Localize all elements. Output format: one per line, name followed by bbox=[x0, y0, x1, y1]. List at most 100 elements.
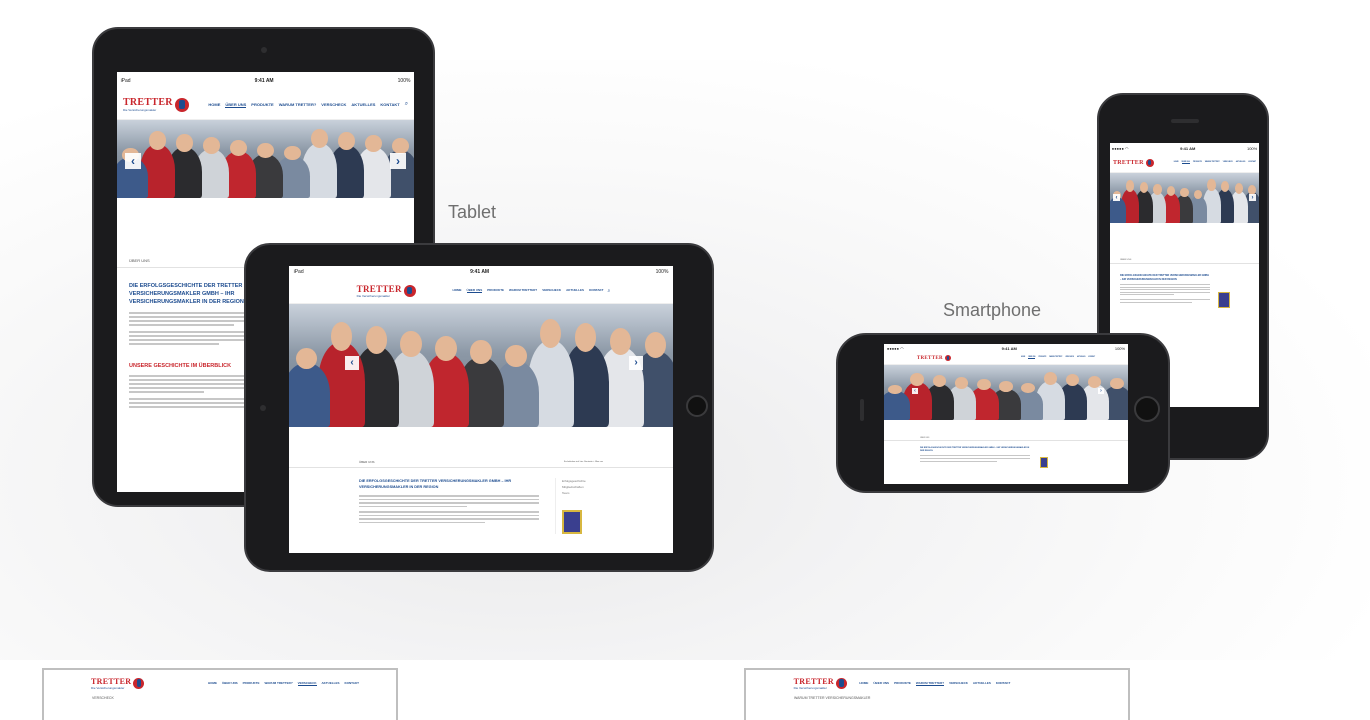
slider-next-button[interactable]: › bbox=[390, 152, 406, 169]
slider-prev-button[interactable]: ‹ bbox=[345, 355, 359, 370]
nav-item-produkte[interactable]: PRODUKTE bbox=[1193, 162, 1202, 164]
nav-item-verscheck[interactable]: VERSCHECK bbox=[542, 288, 561, 293]
team-member-face bbox=[257, 142, 274, 158]
nav-item-kontakt[interactable]: KONTAKT bbox=[1248, 162, 1256, 164]
site-header: TRETTER Die Versicherungsmakler HOME ÜBER… bbox=[289, 278, 673, 304]
nav-item-warum-tretter[interactable]: WARUM TRETTER? bbox=[1205, 162, 1220, 164]
logo-wordmark: TRETTER bbox=[1112, 159, 1144, 166]
team-member-face bbox=[505, 344, 527, 368]
slider-prev-button[interactable]: ‹ bbox=[1113, 194, 1120, 201]
nav-item-home[interactable]: HOME bbox=[1021, 357, 1025, 359]
team-member-face bbox=[176, 134, 193, 152]
phone-home-button[interactable] bbox=[1134, 396, 1160, 422]
search-icon[interactable]: ⌕ bbox=[608, 288, 611, 294]
nav-item-home[interactable]: HOME bbox=[859, 681, 868, 686]
story-heading: DIE ERFOLGSGESCHICHTE DER TRETTER VERSIC… bbox=[359, 479, 512, 489]
logo-emblem-icon bbox=[1145, 158, 1154, 167]
status-bar: ●●●●● ◠ 9:41 AM 100% bbox=[884, 344, 1128, 352]
search-icon[interactable]: ⌕ bbox=[405, 101, 408, 108]
slider-next-button[interactable]: › bbox=[1249, 194, 1256, 201]
nav-item-home[interactable]: HOME bbox=[208, 102, 220, 108]
nav-item-aktuelles[interactable]: AKTUELLES bbox=[322, 681, 340, 686]
slider-prev-button[interactable]: ‹ bbox=[125, 152, 141, 169]
team-member-face bbox=[338, 132, 355, 151]
nav-item-produkte[interactable]: PRODUKTE bbox=[243, 681, 260, 686]
nav-item-verscheck[interactable]: VERSCHECK bbox=[297, 681, 317, 686]
breadcrumb-title: ÜBER UNS bbox=[1120, 259, 1132, 261]
nav-item-produkte[interactable]: PRODUKTE bbox=[251, 102, 273, 108]
nav-item-kontakt[interactable]: KONTAKT bbox=[345, 681, 359, 686]
tretter-logo[interactable]: TRETTER bbox=[1112, 158, 1154, 167]
team-member-face bbox=[295, 347, 318, 370]
site-header: TRETTER Die Versicherungsmakler HOME ÜBER… bbox=[44, 670, 396, 696]
nav-item-produkte[interactable]: PRODUKTE bbox=[487, 288, 504, 293]
nav-item-warum-tretter[interactable]: WARUM TRETTER? bbox=[279, 102, 317, 108]
time-label: 9:41 AM bbox=[1001, 345, 1017, 351]
nav-item-home[interactable]: HOME bbox=[1174, 162, 1179, 164]
sidebar-link[interactable]: Team bbox=[562, 490, 586, 496]
battery-label: 100% bbox=[655, 269, 669, 275]
team-member-face bbox=[470, 340, 492, 364]
page-title: VERSCHECK bbox=[92, 696, 114, 700]
page-title: WARUM TRETTER VERSICHERUNGSMAKLER bbox=[794, 696, 871, 700]
nav-item-verscheck[interactable]: VERSCHECK bbox=[321, 102, 346, 108]
slider-next-button[interactable]: › bbox=[629, 355, 643, 370]
tretter-logo[interactable]: TRETTER Die Versicherungsmakler bbox=[91, 677, 145, 690]
slider-prev-button[interactable]: ‹ bbox=[912, 388, 918, 395]
nav-item-aktuelles[interactable]: AKTUELLES bbox=[973, 681, 991, 686]
nav-item-warum-tretter[interactable]: WARUM TRETTER? bbox=[1049, 357, 1062, 359]
time-label: 9:41 AM bbox=[1180, 145, 1196, 151]
team-member-face bbox=[609, 327, 632, 356]
nav-item-aktuelles[interactable]: AKTUELLES bbox=[1077, 357, 1085, 359]
site-header: TRETTER Die Versicherungsmakler HOME ÜBER… bbox=[117, 90, 414, 120]
tablet-home-button[interactable] bbox=[686, 395, 708, 417]
tretter-logo[interactable]: TRETTER Die Versicherungsmakler bbox=[794, 677, 847, 690]
nav-item-aktuelles[interactable]: AKTUELLES bbox=[1236, 162, 1246, 164]
nav-item-kontakt[interactable]: KONTAKT bbox=[380, 102, 399, 108]
tretter-logo[interactable]: TRETTER Die Versicherungsmakler bbox=[357, 284, 416, 298]
breadcrumb: ÜBER UNS bbox=[1110, 257, 1259, 264]
main-nav: HOME ÜBER UNS PRODUKTE WARUM TRETTER? VERSCH… bbox=[208, 102, 400, 108]
team-photo-slider: ‹ › bbox=[289, 304, 673, 427]
nav-item-über-uns[interactable]: ÜBER UNS bbox=[873, 681, 889, 686]
nav-item-warum-tretter[interactable]: WARUM TRETTER? bbox=[509, 288, 537, 293]
status-bar: ●●●●● ◠ 9:41 AM 100% bbox=[1110, 143, 1259, 153]
logo-emblem-icon bbox=[944, 355, 951, 361]
phone-landscape-speaker bbox=[860, 399, 864, 421]
team-member-face bbox=[1180, 187, 1189, 198]
nav-item-über-uns[interactable]: ÜBER UNS bbox=[466, 288, 483, 293]
nav-item-home[interactable]: HOME bbox=[208, 681, 217, 686]
tretter-logo[interactable]: TRETTER bbox=[917, 355, 951, 361]
main-nav: HOME ÜBER UNS PRODUKTE WARUM TRETTER? VERSCH… bbox=[1021, 357, 1095, 359]
team-member-face bbox=[1043, 371, 1058, 385]
nav-item-kontakt[interactable]: KONTAKT bbox=[1088, 357, 1095, 359]
team-member-face bbox=[575, 323, 597, 352]
nav-item-über-uns[interactable]: ÜBER UNS bbox=[1028, 357, 1036, 359]
nav-item-warum-tretter[interactable]: WARUM TRETTER? bbox=[265, 681, 293, 686]
nav-item-kontakt[interactable]: KONTAKT bbox=[996, 681, 1010, 686]
nav-item-verscheck[interactable]: VERSCHECK bbox=[1065, 357, 1074, 359]
nav-item-warum-tretter[interactable]: WARUM TRETTER? bbox=[915, 681, 945, 686]
team-member-face bbox=[1110, 377, 1124, 390]
logo-wordmark: TRETTER bbox=[793, 676, 834, 686]
nav-item-aktuelles[interactable]: AKTUELLES bbox=[566, 288, 584, 293]
team-member-face bbox=[1139, 182, 1148, 194]
nav-item-home[interactable]: HOME bbox=[453, 288, 462, 293]
logo-tagline: Die Versicherungsmakler bbox=[793, 685, 827, 690]
nav-item-über-uns[interactable]: ÜBER UNS bbox=[222, 681, 238, 686]
logo-emblem-icon bbox=[133, 677, 145, 689]
mockup-stage: iPad 9:41 AM 100% TRETTER Die Versicheru… bbox=[0, 0, 1370, 720]
logo-wordmark: TRETTER bbox=[122, 97, 173, 108]
slider-next-button[interactable]: › bbox=[1098, 388, 1104, 395]
nav-item-aktuelles[interactable]: AKTUELLES bbox=[351, 102, 375, 108]
nav-item-über-uns[interactable]: ÜBER UNS bbox=[1181, 162, 1190, 164]
nav-item-verscheck[interactable]: VERSCHECK bbox=[1223, 162, 1233, 164]
nav-item-produkte[interactable]: PRODUKTE bbox=[894, 681, 911, 686]
nav-item-verscheck[interactable]: VERSCHECK bbox=[949, 681, 968, 686]
battery-label: 100% bbox=[1246, 145, 1258, 151]
tretter-logo[interactable]: TRETTER Die Versicherungsmakler bbox=[123, 97, 189, 112]
nav-item-über-uns[interactable]: ÜBER UNS bbox=[225, 102, 247, 108]
nav-item-kontakt[interactable]: KONTAKT bbox=[589, 288, 603, 293]
logo-wordmark: TRETTER bbox=[916, 355, 943, 361]
nav-item-produkte[interactable]: PRODUKTE bbox=[1038, 357, 1046, 359]
